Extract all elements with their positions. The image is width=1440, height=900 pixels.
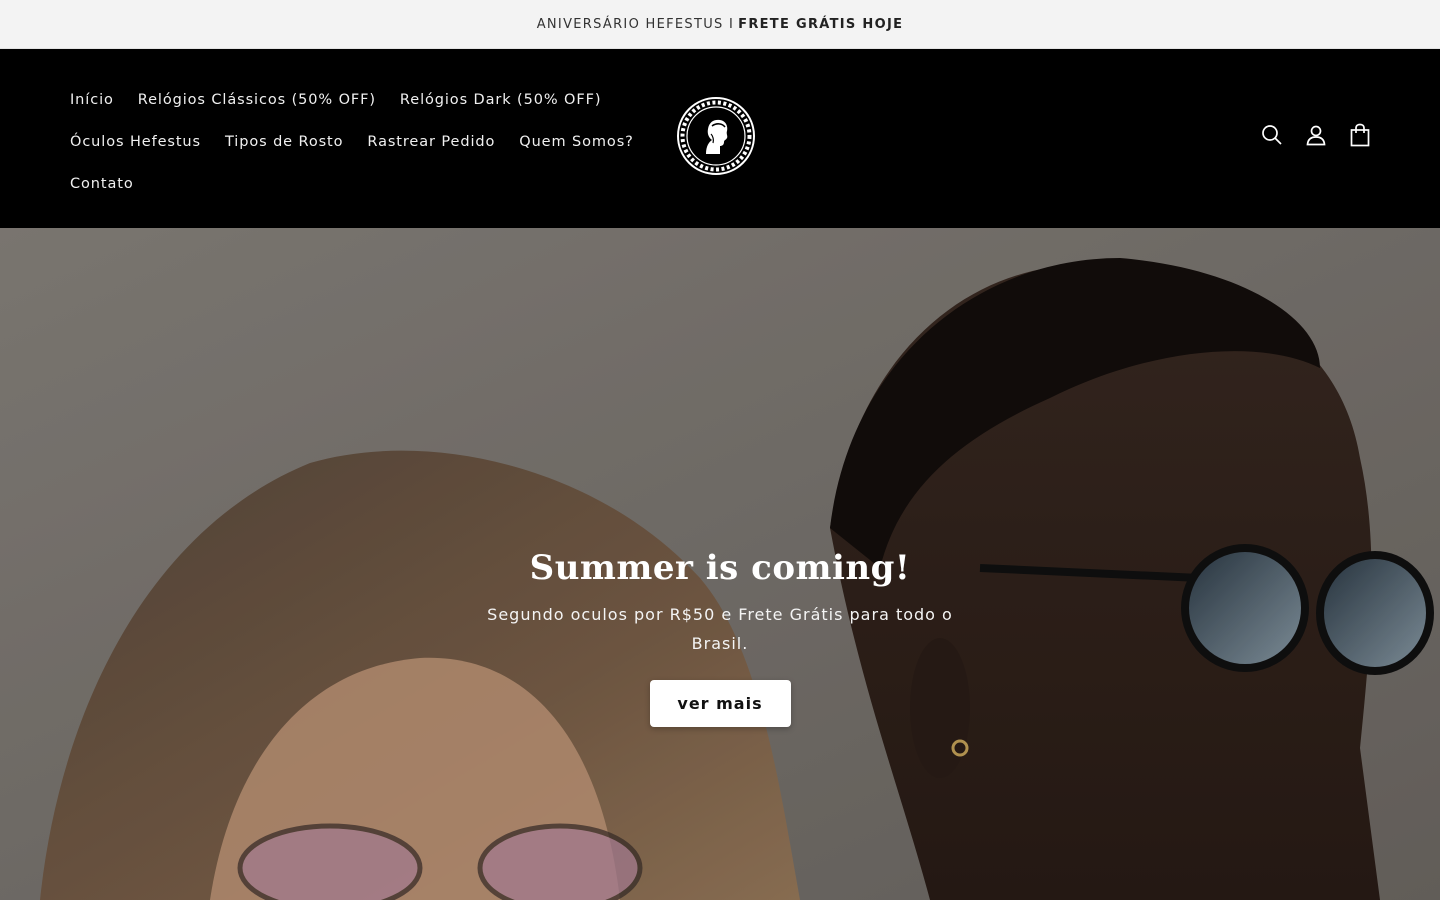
header-icons: [1260, 123, 1372, 147]
site-header: Início Relógios Clássicos (50% OFF) Reló…: [0, 49, 1440, 228]
menu-item-tipos-de-rosto[interactable]: Tipos de Rosto: [225, 134, 343, 150]
brand-logo-emblem: [677, 97, 755, 175]
announcement-text: ANIVERSÁRIO HEFESTUS I: [536, 16, 735, 32]
menu-row: Início Relógios Clássicos (50% OFF) Reló…: [70, 79, 660, 121]
menu-item-quem-somos[interactable]: Quem Somos?: [519, 134, 633, 150]
hero-title: Summer is coming!: [529, 548, 911, 588]
menu-item-relogios-classicos[interactable]: Relógios Clássicos (50% OFF): [138, 92, 376, 108]
menu-row: Óculos Hefestus Tipos de Rosto Rastrear …: [70, 121, 660, 163]
menu-item-relogios-dark[interactable]: Relógios Dark (50% OFF): [400, 92, 601, 108]
hero-banner: Summer is coming! Segundo oculos por R$5…: [0, 228, 1440, 900]
search-icon[interactable]: [1260, 123, 1284, 147]
hero-content: Summer is coming! Segundo oculos por R$5…: [0, 548, 1440, 727]
account-icon[interactable]: [1304, 123, 1328, 147]
menu-row: Contato: [70, 163, 660, 205]
brand-logo[interactable]: [676, 96, 756, 176]
menu-item-oculos-hefestus[interactable]: Óculos Hefestus: [70, 134, 201, 150]
ver-mais-button[interactable]: ver mais: [649, 680, 791, 727]
hero-subtitle: Segundo oculos por R$50 e Frete Grátis p…: [487, 605, 953, 653]
announcement-highlight: FRETE GRÁTIS HOJE: [738, 16, 904, 32]
menu-item-inicio[interactable]: Início: [70, 92, 114, 108]
menu-item-contato[interactable]: Contato: [70, 176, 134, 192]
cart-icon[interactable]: [1348, 123, 1372, 147]
main-menu: Início Relógios Clássicos (50% OFF) Reló…: [70, 79, 660, 205]
announcement-bar: ANIVERSÁRIO HEFESTUS I FRETE GRÁTIS HOJE: [0, 0, 1440, 49]
menu-item-rastrear-pedido[interactable]: Rastrear Pedido: [367, 134, 495, 150]
